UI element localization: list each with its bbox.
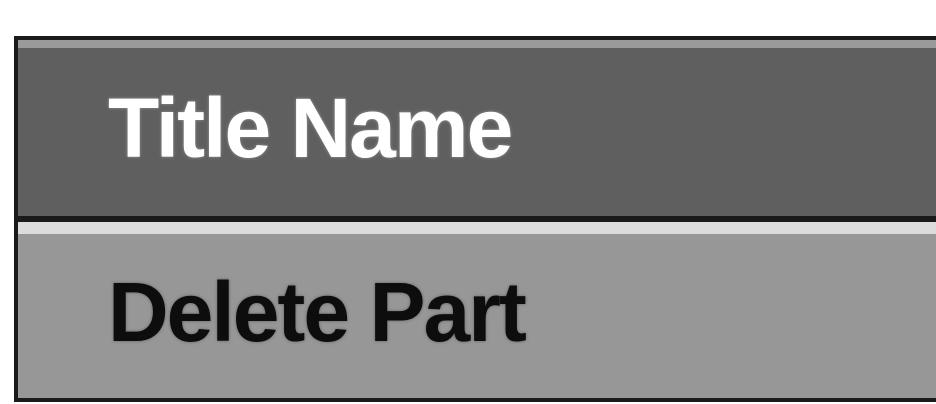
context-menu: Title Name Delete Part bbox=[14, 36, 936, 402]
menu-item-delete-part[interactable]: Delete Part bbox=[18, 222, 936, 398]
menu-item-label: Delete Part bbox=[108, 265, 527, 359]
menu-item-title-name[interactable]: Title Name bbox=[18, 40, 936, 216]
menu-item-label: Title Name bbox=[108, 81, 513, 175]
